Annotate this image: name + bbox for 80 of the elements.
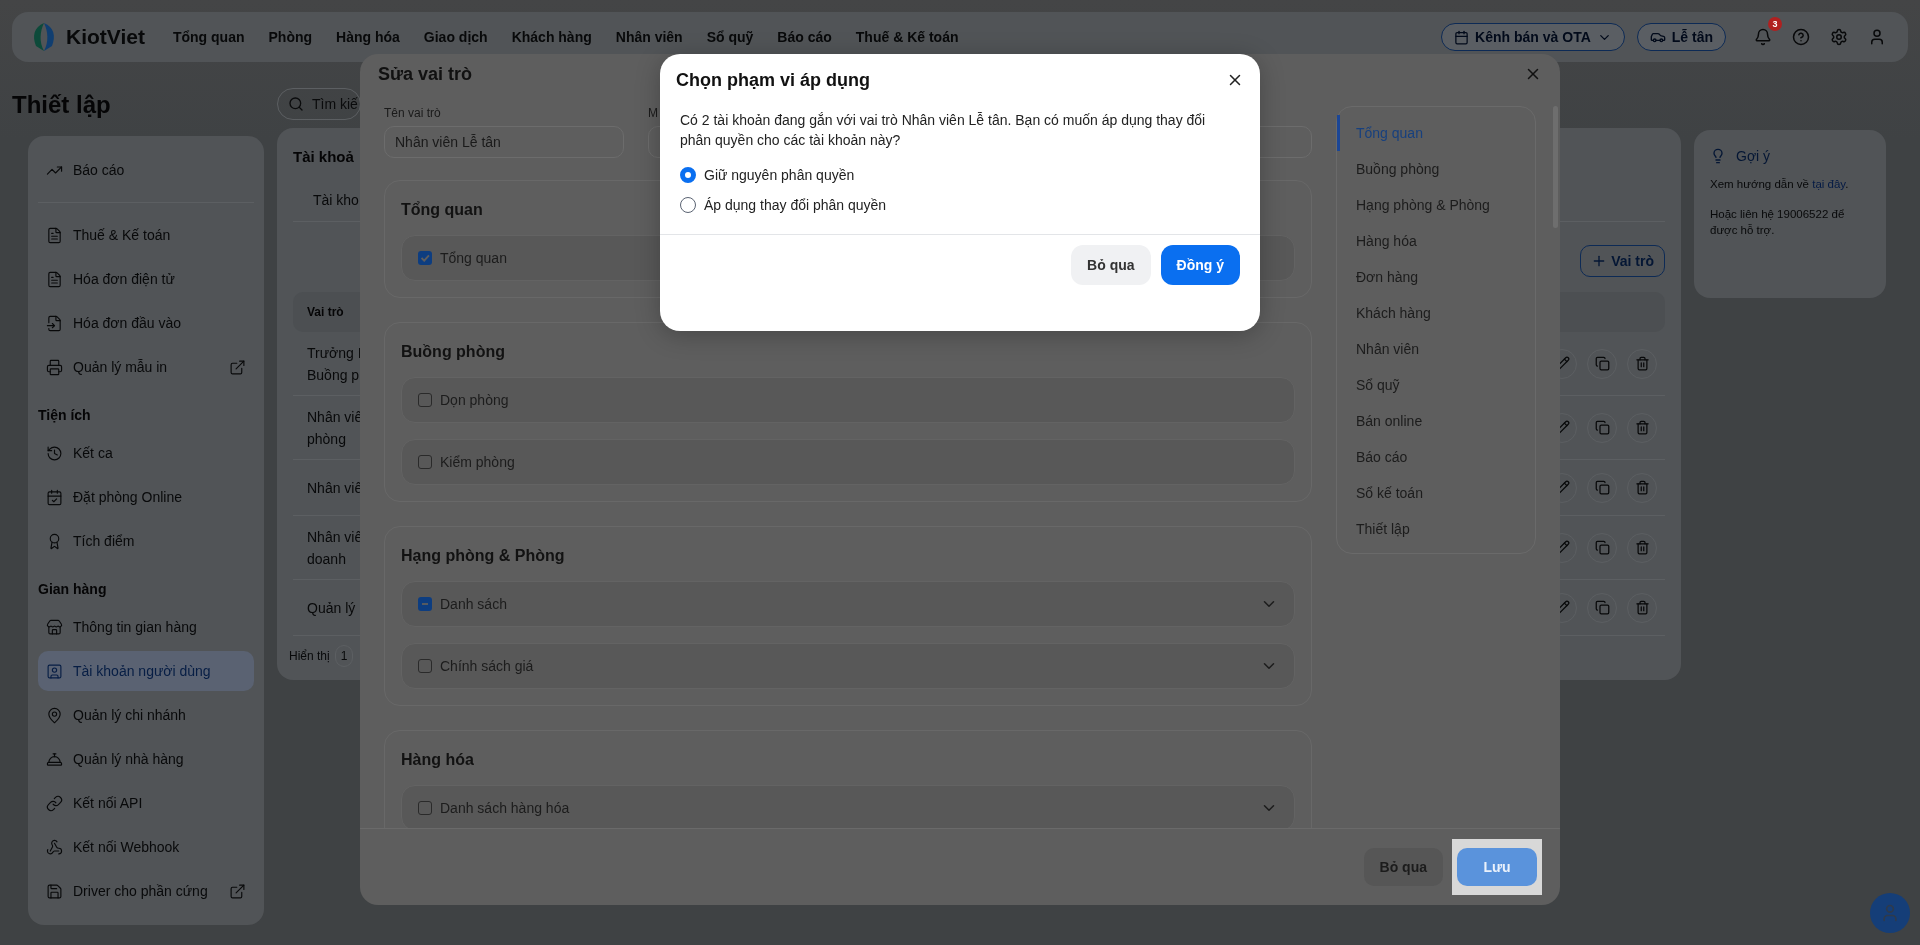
permission-row[interactable]: Kiểm phòng (401, 439, 1295, 485)
sidebar-item[interactable]: Đặt phòng Online (38, 477, 254, 517)
section-nav-item[interactable]: Sổ quỹ (1337, 367, 1535, 403)
section-nav-item[interactable]: Khách hàng (1337, 295, 1535, 331)
sidebar-item[interactable]: Kết ca (38, 433, 254, 473)
nav-item[interactable]: Giao dịch (423, 29, 488, 45)
save-button[interactable]: Lưu (1457, 848, 1537, 886)
sidebar-item[interactable]: Hóa đơn điện tử (38, 259, 254, 299)
field-label: Tên vai trò (384, 106, 441, 120)
column-header: Vai trò (307, 305, 344, 319)
add-role-button[interactable]: Vai trò (1580, 245, 1665, 277)
page-size-label: Hiển thị (289, 649, 330, 663)
sidebar-item[interactable]: Báo cáo (38, 150, 254, 190)
permission-row[interactable]: Danh sách hàng hóa (401, 785, 1295, 828)
sidebar-item[interactable]: Thuế & Kế toán (38, 215, 254, 255)
sidebar-item[interactable]: Kết nối Webhook (38, 827, 254, 867)
sidebar-section-title: Gian hàng (38, 581, 107, 597)
reception-button[interactable]: Lễ tân (1636, 23, 1726, 51)
confirm-button[interactable]: Đồng ý (1160, 245, 1240, 285)
section-nav-item[interactable]: Đơn hàng (1337, 259, 1535, 295)
section-nav-item[interactable]: Buồng phòng (1337, 151, 1535, 187)
hint-text: Xem hướng dẫn về tại đây. (1710, 177, 1850, 192)
nav-item[interactable]: Tổng quan (172, 29, 245, 45)
permission-row[interactable]: Chính sách giá (401, 643, 1295, 689)
section-nav-item[interactable]: Thiết lập (1337, 511, 1535, 547)
sidebar-item[interactable]: Quản lý mẫu in (38, 347, 254, 387)
cancel-button[interactable]: Bỏ qua (1363, 848, 1443, 886)
nav-item[interactable]: Nhân viên (615, 29, 683, 45)
logo-text: KiotViet (66, 25, 145, 49)
nav-item[interactable]: Sổ quỹ (706, 29, 754, 45)
notification-badge: 3 (1768, 17, 1782, 31)
sidebar-item[interactable]: Tài khoản người dùng (38, 651, 254, 691)
sidebar-item[interactable]: Quản lý chi nhánh (38, 695, 254, 735)
nav-item[interactable]: Thuế & Kế toán (855, 29, 959, 45)
section-nav-item[interactable]: Báo cáo (1337, 439, 1535, 475)
modal-title: Sửa vai trò (378, 63, 473, 85)
hint-title: Gợi ý (1736, 148, 1771, 164)
contact-text: Hoặc liên hệ 19006522 để được hỗ trợ. (1710, 207, 1846, 238)
permission-label: Danh sách hàng hóa (440, 800, 570, 816)
panel-title: Tài khoả (293, 147, 354, 167)
sidebar-item[interactable]: Hóa đơn đầu vào (38, 303, 254, 343)
permission-label: Kiểm phòng (440, 454, 515, 470)
sidebar-item[interactable]: Driver cho phần cứng (38, 871, 254, 911)
permission-label: Danh sách (440, 596, 507, 612)
table-cell-text: Trưởng I Buồng p (306, 343, 362, 385)
field-label: M (648, 106, 658, 120)
sidebar-item[interactable]: Kết nối API (38, 783, 254, 823)
permission-label: Chính sách giá (440, 658, 534, 674)
section-title: Hạng phòng & Phòng (401, 547, 565, 565)
section-title: Hàng hóa (401, 751, 474, 769)
sidebar-item[interactable]: Thông tin gian hàng (38, 607, 254, 647)
section-nav-item[interactable]: Nhân viên (1337, 331, 1535, 367)
cancel-button[interactable]: Bỏ qua (1071, 245, 1151, 285)
dialog-title: Chọn phạm vi áp dụng (676, 69, 870, 91)
section-nav-item[interactable]: Hàng hóa (1337, 223, 1535, 259)
section-nav-item[interactable]: Sổ kế toán (1337, 475, 1535, 511)
sidebar-section-title: Tiện ích (38, 407, 91, 423)
section-nav-item[interactable]: Bán online (1337, 403, 1535, 439)
radio-option[interactable]: Giữ nguyên phân quyền (680, 160, 1240, 190)
dialog-message: Có 2 tài khoản đang gắn với vai trò Nhân viên Lễ tân. Bạn có muốn áp dụng thay đổi phân quyền cho các tài khoản này? (680, 111, 1207, 150)
permission-row[interactable]: Danh sách (401, 581, 1295, 627)
permission-row[interactable]: Dọn phòng (401, 377, 1295, 423)
section-nav-item[interactable]: Hạng phòng & Phòng (1337, 187, 1535, 223)
sidebar-item[interactable]: Quản lý nhà hàng (38, 739, 254, 779)
tab[interactable]: Tài kho (293, 182, 359, 208)
input-field[interactable]: Nhân viên Lễ tân (384, 126, 624, 158)
radio-option[interactable]: Áp dụng thay đổi phân quyền (680, 190, 1240, 220)
nav-item[interactable]: Hàng hóa (336, 29, 400, 45)
page-title: Thiết lập (12, 90, 111, 120)
nav-item[interactable]: Phòng (268, 29, 313, 45)
table-cell-text: Quản lý (306, 598, 356, 618)
permission-label: Tổng quan (440, 250, 507, 266)
channel-button[interactable]: Kênh bán và OTA (1441, 23, 1625, 51)
section-title: Buồng phòng (401, 343, 505, 361)
sidebar-item[interactable]: Tích điểm (38, 521, 254, 561)
nav-item[interactable]: Khách hàng (511, 29, 592, 45)
section-nav-item[interactable]: Tổng quan (1337, 115, 1535, 151)
section-title: Tổng quan (401, 201, 483, 219)
nav-item[interactable]: Báo cáo (777, 29, 832, 45)
permission-label: Dọn phòng (440, 392, 509, 408)
